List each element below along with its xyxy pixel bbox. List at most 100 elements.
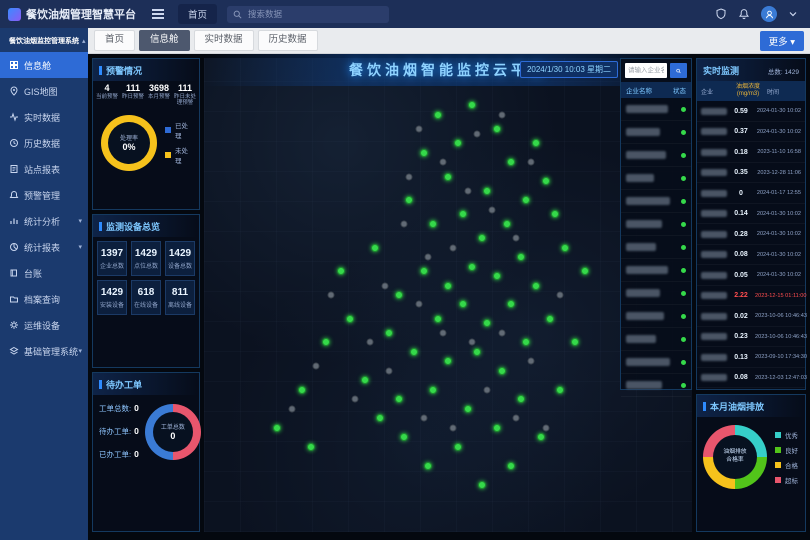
map-marker[interactable] — [556, 386, 564, 394]
map-marker[interactable] — [444, 282, 452, 290]
tab-info-cabin[interactable]: 信息舱 — [139, 30, 190, 51]
map-marker[interactable] — [440, 159, 447, 166]
map-marker[interactable] — [517, 253, 525, 261]
map-marker[interactable] — [307, 443, 315, 451]
realtime-row[interactable]: 0.08 2024-01-30 10:02 — [697, 245, 805, 266]
map-marker[interactable] — [507, 462, 515, 470]
map-marker[interactable] — [429, 220, 437, 228]
sidebar-item-site-report[interactable]: 站点报表 — [0, 156, 88, 182]
map-marker[interactable] — [410, 348, 418, 356]
realtime-row[interactable]: 0 2024-01-17 12:55 — [697, 183, 805, 204]
map-marker[interactable] — [498, 111, 505, 118]
map-marker[interactable] — [444, 357, 452, 365]
map-marker[interactable] — [313, 363, 320, 370]
sidebar-item-archive-query[interactable]: 档案查询 — [0, 286, 88, 312]
map-marker[interactable] — [507, 158, 515, 166]
map-marker[interactable] — [478, 234, 486, 242]
map-marker[interactable] — [385, 329, 393, 337]
map-marker[interactable] — [376, 414, 384, 422]
map-marker[interactable] — [361, 376, 369, 384]
realtime-row[interactable]: 0.28 2024-01-30 10:02 — [697, 224, 805, 245]
map-marker[interactable] — [527, 159, 534, 166]
map-marker[interactable] — [493, 272, 501, 280]
map-marker[interactable] — [415, 301, 422, 308]
map-marker[interactable] — [440, 329, 447, 336]
map-marker[interactable] — [532, 282, 540, 290]
sidebar-item-ledger[interactable]: 台账 — [0, 260, 88, 286]
map-marker[interactable] — [522, 338, 530, 346]
map-marker[interactable] — [546, 315, 554, 323]
map-marker[interactable] — [381, 282, 388, 289]
gis-map[interactable] — [204, 58, 692, 532]
tab-realtime-data[interactable]: 实时数据 — [194, 30, 254, 51]
company-row[interactable] — [621, 351, 691, 374]
map-marker[interactable] — [337, 267, 345, 275]
map-marker[interactable] — [454, 139, 462, 147]
map-marker[interactable] — [352, 396, 359, 403]
company-row[interactable] — [621, 259, 691, 282]
map-marker[interactable] — [464, 405, 472, 413]
company-row[interactable] — [621, 121, 691, 144]
map-marker[interactable] — [395, 291, 403, 299]
company-search-input[interactable] — [625, 63, 667, 78]
tab-home[interactable]: 首页 — [94, 30, 135, 51]
home-tab-chip[interactable]: 首页 — [178, 4, 217, 24]
map-marker[interactable] — [557, 292, 564, 299]
map-marker[interactable] — [415, 126, 422, 133]
sidebar-item-realtime-data[interactable]: 实时数据 — [0, 104, 88, 130]
map-marker[interactable] — [483, 319, 491, 327]
map-marker[interactable] — [474, 130, 481, 137]
sidebar-item-statistical-report[interactable]: 统计报表 ▾ — [0, 234, 88, 260]
map-marker[interactable] — [581, 267, 589, 275]
shield-icon[interactable] — [715, 8, 727, 20]
realtime-row[interactable]: 2.22 2023-12-15 01:11:00 — [697, 286, 805, 307]
map-marker[interactable] — [405, 173, 412, 180]
map-marker[interactable] — [484, 386, 491, 393]
global-search-input[interactable] — [246, 8, 383, 20]
realtime-row[interactable]: 0.08 2023-12-03 12:47:03 — [697, 368, 805, 389]
map-marker[interactable] — [459, 210, 467, 218]
map-marker[interactable] — [327, 292, 334, 299]
realtime-row[interactable]: 0.59 2024-01-30 10:02 — [697, 101, 805, 122]
map-marker[interactable] — [424, 462, 432, 470]
realtime-row[interactable]: 0.37 2024-01-30 10:02 — [697, 122, 805, 143]
map-marker[interactable] — [346, 315, 354, 323]
map-marker[interactable] — [371, 244, 379, 252]
map-marker[interactable] — [561, 244, 569, 252]
map-marker[interactable] — [571, 338, 579, 346]
map-marker[interactable] — [420, 415, 427, 422]
map-marker[interactable] — [366, 339, 373, 346]
company-row[interactable] — [621, 167, 691, 190]
map-marker[interactable] — [537, 433, 545, 441]
company-row[interactable] — [621, 374, 691, 397]
map-marker[interactable] — [469, 339, 476, 346]
sidebar-item-alert-management[interactable]: 预警管理 — [0, 182, 88, 208]
company-search-button[interactable] — [670, 63, 687, 78]
map-marker[interactable] — [454, 443, 462, 451]
map-marker[interactable] — [401, 220, 408, 227]
realtime-row[interactable]: 0.23 2023-10-06 10:46:43 — [697, 327, 805, 348]
map-marker[interactable] — [459, 300, 467, 308]
map-marker[interactable] — [542, 424, 549, 431]
map-marker[interactable] — [449, 424, 456, 431]
map-marker[interactable] — [493, 424, 501, 432]
map-marker[interactable] — [488, 206, 495, 213]
map-marker[interactable] — [522, 196, 530, 204]
realtime-row[interactable]: 0.05 2024-01-30 10:02 — [697, 265, 805, 286]
sidebar-item-history-data[interactable]: 历史数据 — [0, 130, 88, 156]
sidebar-item-ops-devices[interactable]: 运维设备 — [0, 312, 88, 338]
map-marker[interactable] — [400, 433, 408, 441]
company-row[interactable] — [621, 305, 691, 328]
realtime-row[interactable]: 0.14 2024-01-30 10:02 — [697, 204, 805, 225]
sidebar-item-base-system[interactable]: 基础管理系统 ▾ — [0, 338, 88, 364]
map-marker[interactable] — [273, 424, 281, 432]
menu-toggle-icon[interactable] — [144, 7, 172, 21]
company-row[interactable] — [621, 190, 691, 213]
map-marker[interactable] — [468, 263, 476, 271]
map-marker[interactable] — [449, 244, 456, 251]
global-search[interactable] — [227, 6, 389, 23]
map-marker[interactable] — [298, 386, 306, 394]
sidebar-item-gis-map[interactable]: GIS地图 — [0, 78, 88, 104]
map-marker[interactable] — [420, 267, 428, 275]
map-marker[interactable] — [405, 196, 413, 204]
